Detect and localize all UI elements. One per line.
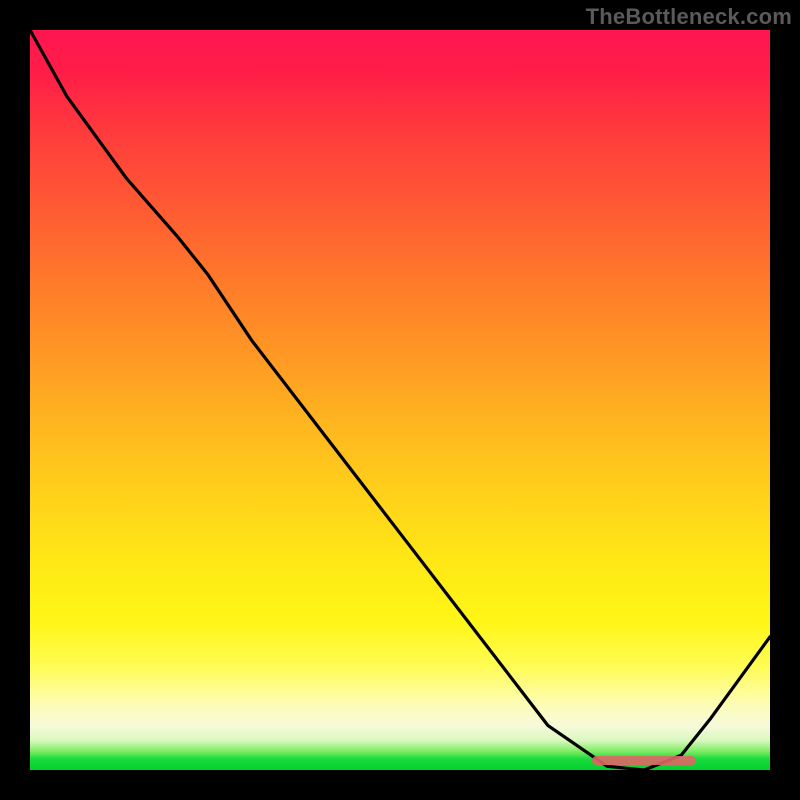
- plot-area: [30, 30, 770, 770]
- chart-frame: TheBottleneck.com: [0, 0, 800, 800]
- bottleneck-curve-path: [30, 30, 770, 770]
- watermark-text: TheBottleneck.com: [586, 4, 792, 30]
- optimal-range-marker: [592, 756, 696, 765]
- bottleneck-line-plot: [30, 30, 770, 770]
